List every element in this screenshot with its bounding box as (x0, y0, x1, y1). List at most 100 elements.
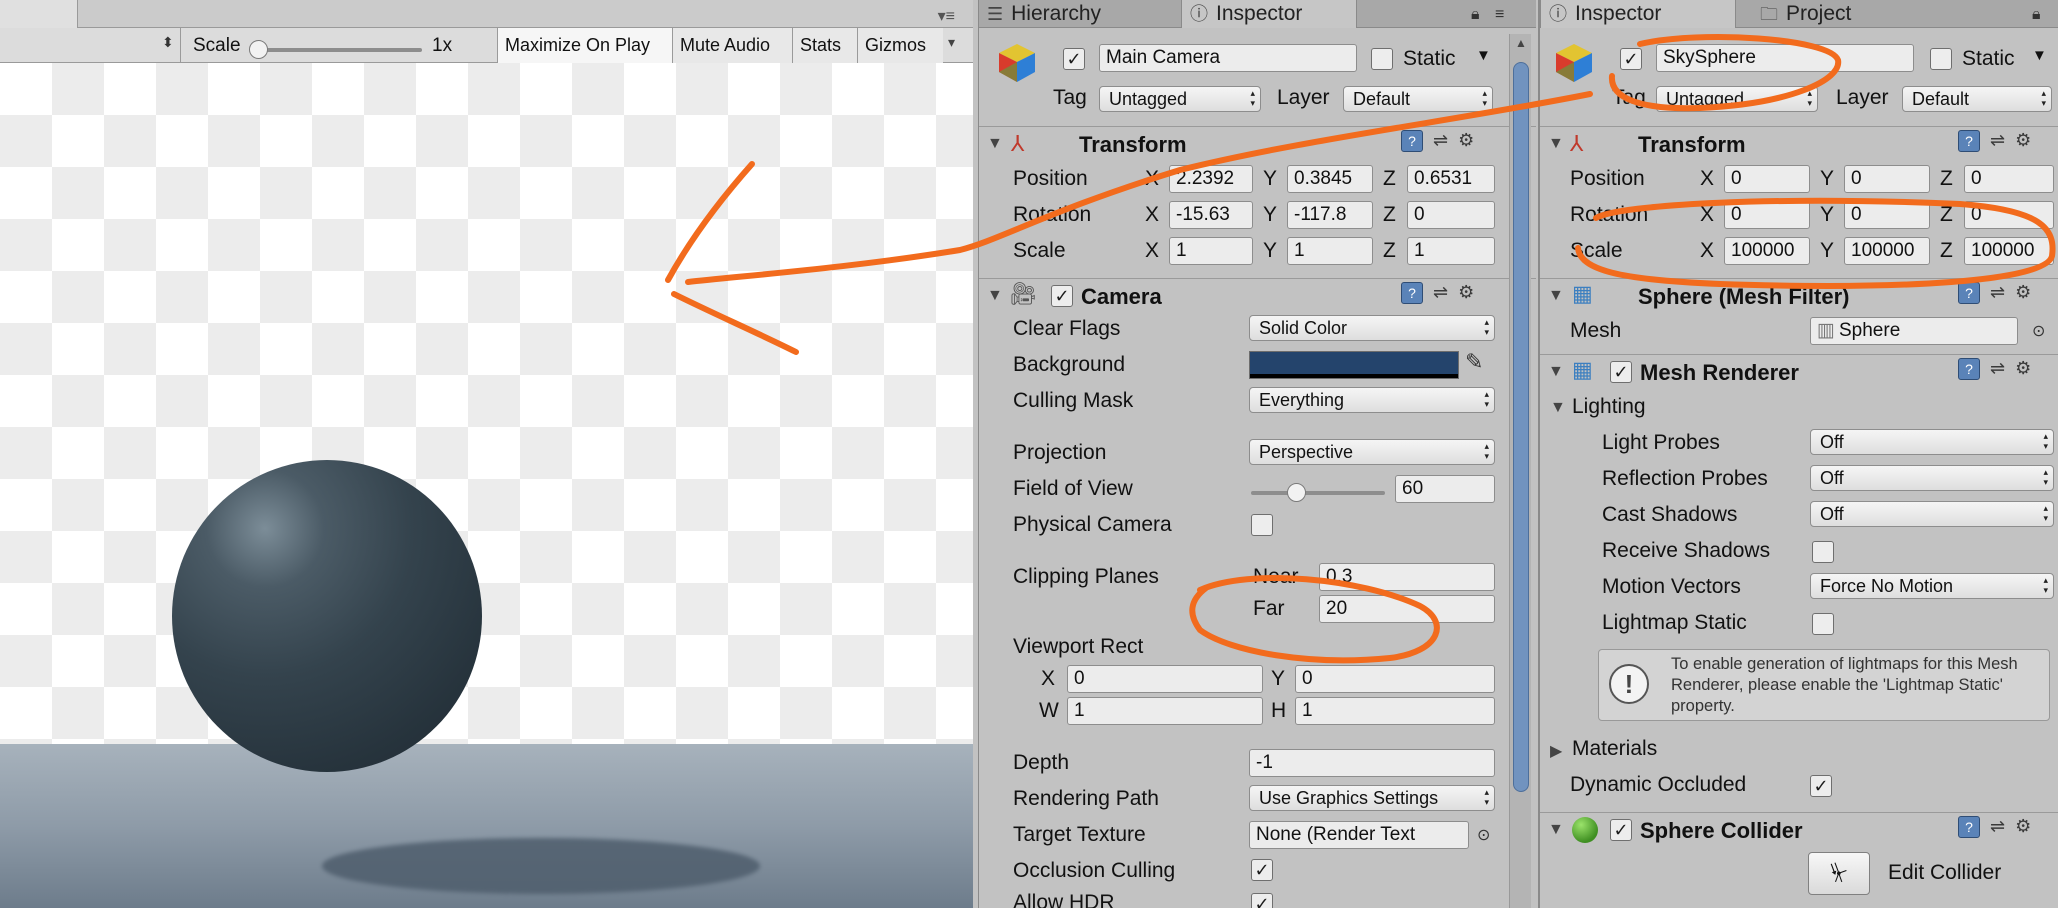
scale-y-field[interactable]: 100000 (1844, 237, 1930, 265)
object-picker-icon[interactable]: ⊙ (2032, 321, 2045, 341)
motion-vectors-dropdown[interactable]: Force No Motion (1810, 573, 2054, 599)
foldout-arrow-icon[interactable]: ▼ (987, 135, 1003, 153)
viewport-x-field[interactable]: 0 (1067, 665, 1263, 693)
help-book-icon[interactable]: ? (1401, 282, 1423, 304)
mesh-renderer-enabled-checkbox[interactable]: ✓ (1610, 361, 1632, 383)
dynamic-occluded-checkbox[interactable]: ✓ (1810, 775, 1832, 797)
clear-flags-dropdown[interactable]: Solid Color (1249, 315, 1495, 341)
culling-mask-dropdown[interactable]: Everything (1249, 387, 1495, 413)
gizmos-button[interactable]: Gizmos (857, 28, 943, 63)
object-picker-icon[interactable]: ⊙ (1477, 825, 1490, 845)
sphere-collider-enabled-checkbox[interactable]: ✓ (1610, 819, 1632, 841)
reflection-probes-dropdown[interactable]: Off (1810, 465, 2054, 491)
lighting-foldout-arrow-icon[interactable]: ▼ (1550, 399, 1566, 417)
layer-dropdown[interactable]: Default (1902, 86, 2052, 112)
light-probes-dropdown[interactable]: Off (1810, 429, 2054, 455)
receive-shadows-checkbox[interactable] (1812, 541, 1834, 563)
help-book-icon[interactable]: ? (1401, 130, 1423, 152)
help-book-icon[interactable]: ? (1958, 130, 1980, 152)
maximize-on-play-button[interactable]: Maximize On Play (497, 28, 672, 63)
preset-icon[interactable]: ⇌ (1433, 130, 1448, 150)
foldout-arrow-icon[interactable]: ▼ (987, 287, 1003, 305)
scale-slider-thumb[interactable] (249, 40, 268, 59)
near-field[interactable]: 0.3 (1319, 563, 1495, 591)
eyedropper-icon[interactable]: ✎ (1465, 349, 1483, 375)
cast-shadows-dropdown[interactable]: Off (1810, 501, 2054, 527)
camera-enabled-checkbox[interactable]: ✓ (1051, 285, 1073, 307)
display-dropdown-arrow-icon[interactable]: ⬍ (162, 34, 174, 51)
gear-icon[interactable]: ⚙ (1458, 282, 1474, 302)
foldout-arrow-icon[interactable]: ▼ (1548, 363, 1564, 381)
gizmos-dropdown-icon[interactable]: ▾ (948, 34, 955, 51)
allow-hdr-checkbox[interactable]: ✓ (1251, 893, 1273, 908)
viewport-y-field[interactable]: 0 (1295, 665, 1495, 693)
active-checkbox[interactable]: ✓ (1063, 48, 1085, 70)
tab-project[interactable]: 🗀 Project (1752, 0, 1928, 28)
layer-dropdown[interactable]: Default (1343, 86, 1493, 112)
active-checkbox[interactable]: ✓ (1620, 48, 1642, 70)
scroll-up-arrow-icon[interactable]: ▲ (1515, 36, 1527, 50)
object-name-field[interactable]: SkySphere (1656, 44, 1914, 72)
inspector-scrollbar[interactable]: ▲ (1509, 34, 1531, 908)
scale-z-field[interactable]: 100000 (1964, 237, 2054, 265)
position-y-field[interactable]: 0.3845 (1287, 165, 1373, 193)
preset-icon[interactable]: ⇌ (1990, 130, 2005, 150)
lightmap-static-checkbox[interactable] (1812, 613, 1834, 635)
scale-y-field[interactable]: 1 (1287, 237, 1373, 265)
preset-icon[interactable]: ⇌ (1433, 282, 1448, 302)
position-z-field[interactable]: 0 (1964, 165, 2054, 193)
viewport-h-field[interactable]: 1 (1295, 697, 1495, 725)
rotation-x-field[interactable]: -15.63 (1169, 201, 1253, 229)
depth-field[interactable]: -1 (1249, 749, 1495, 777)
tab-inspector[interactable]: ⓘ Inspector (1540, 0, 1736, 28)
scale-slider-track[interactable] (252, 48, 422, 52)
tab-menu-icon[interactable]: ▾≡ (938, 6, 955, 26)
object-name-field[interactable]: Main Camera (1099, 44, 1357, 72)
mesh-field[interactable]: ▥ Sphere (1810, 317, 2018, 345)
scale-x-field[interactable]: 1 (1169, 237, 1253, 265)
preset-icon[interactable]: ⇌ (1990, 816, 2005, 836)
static-checkbox[interactable] (1371, 48, 1393, 70)
physical-camera-checkbox[interactable] (1251, 514, 1273, 536)
foldout-arrow-icon[interactable]: ▼ (1548, 135, 1564, 153)
preset-icon[interactable]: ⇌ (1990, 358, 2005, 378)
rotation-x-field[interactable]: 0 (1724, 201, 1810, 229)
gear-icon[interactable]: ⚙ (2015, 816, 2031, 836)
rotation-z-field[interactable]: 0 (1964, 201, 2054, 229)
static-dropdown-icon[interactable]: ▼ (1476, 47, 1491, 64)
rotation-y-field[interactable]: -117.8 (1287, 201, 1373, 229)
static-dropdown-icon[interactable]: ▼ (2032, 47, 2047, 64)
foldout-arrow-icon[interactable]: ▼ (1548, 821, 1564, 839)
tag-dropdown[interactable]: Untagged (1099, 86, 1261, 112)
fov-slider-track[interactable] (1251, 491, 1385, 495)
gear-icon[interactable]: ⚙ (2015, 358, 2031, 378)
gear-icon[interactable]: ⚙ (1458, 130, 1474, 150)
position-x-field[interactable]: 0 (1724, 165, 1810, 193)
lock-icon[interactable]: 🔒︎ (2032, 6, 2041, 24)
projection-dropdown[interactable]: Perspective (1249, 439, 1495, 465)
help-book-icon[interactable]: ? (1958, 282, 1980, 304)
preset-icon[interactable]: ⇌ (1990, 282, 2005, 302)
scale-z-field[interactable]: 1 (1407, 237, 1495, 265)
panel-menu-icon[interactable]: ≡ (1495, 6, 1504, 24)
stats-button[interactable]: Stats (792, 28, 857, 63)
tag-dropdown[interactable]: Untagged (1656, 86, 1818, 112)
scrollbar-thumb[interactable] (1513, 62, 1529, 792)
materials-foldout-arrow-icon[interactable]: ▶ (1550, 741, 1562, 761)
help-book-icon[interactable]: ? (1958, 358, 1980, 380)
rotation-y-field[interactable]: 0 (1844, 201, 1930, 229)
static-checkbox[interactable] (1930, 48, 1952, 70)
background-color-field[interactable] (1249, 351, 1459, 379)
position-x-field[interactable]: 2.2392 (1169, 165, 1253, 193)
lock-icon[interactable]: 🔒︎ (1471, 6, 1480, 24)
edit-collider-button[interactable]: ⏧ (1808, 852, 1870, 895)
position-y-field[interactable]: 0 (1844, 165, 1930, 193)
far-field[interactable]: 20 (1319, 595, 1495, 623)
tab-hierarchy[interactable]: ☰ Hierarchy (979, 0, 1175, 28)
target-texture-field[interactable]: None (Render Text (1249, 821, 1469, 849)
mute-audio-button[interactable]: Mute Audio (672, 28, 792, 63)
scale-x-field[interactable]: 100000 (1724, 237, 1810, 265)
tab-inspector[interactable]: ⓘ Inspector (1181, 0, 1357, 28)
gear-icon[interactable]: ⚙ (2015, 282, 2031, 302)
viewport-w-field[interactable]: 1 (1067, 697, 1263, 725)
